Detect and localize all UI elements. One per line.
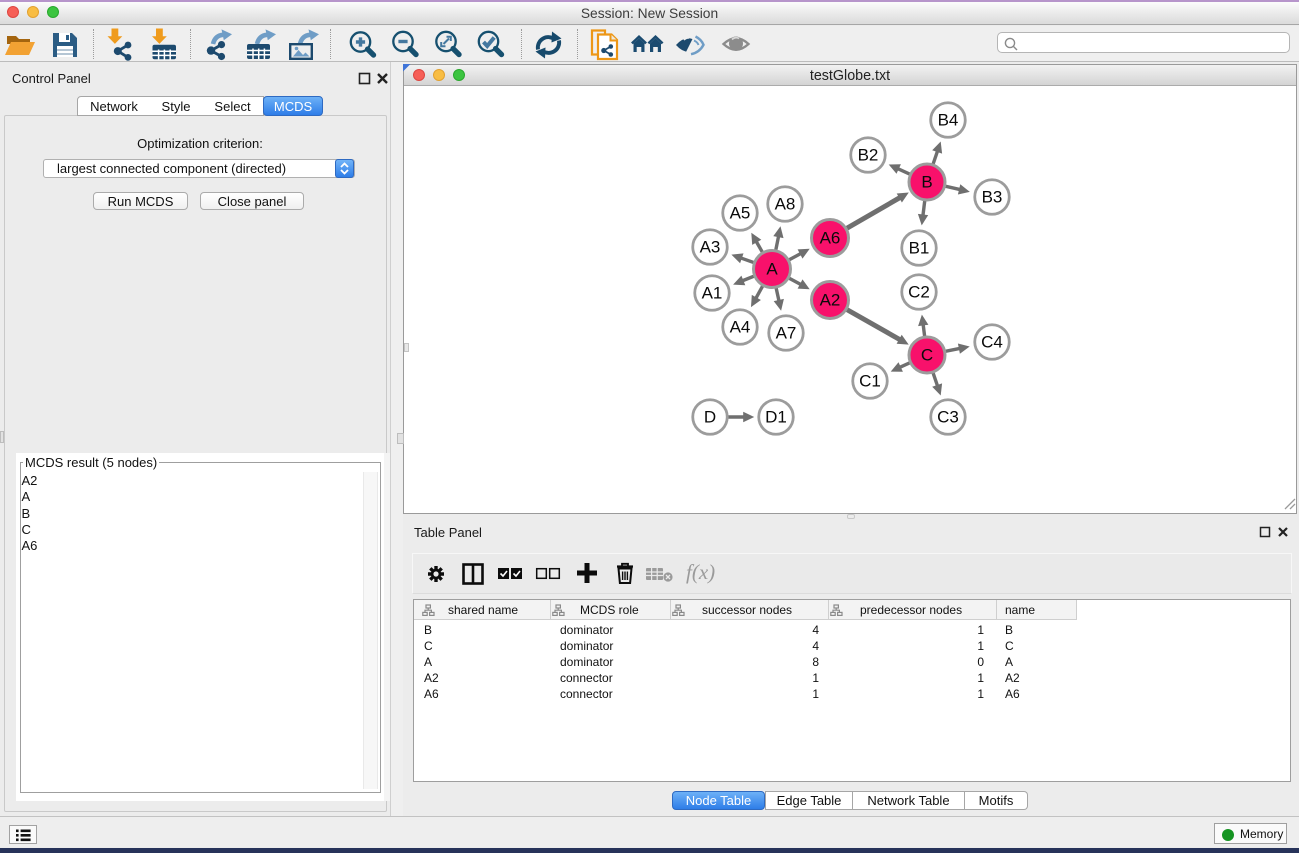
- svg-text:D1: D1: [765, 408, 787, 427]
- svg-text:A4: A4: [730, 318, 751, 337]
- svg-text:C1: C1: [859, 372, 881, 391]
- svg-text:A: A: [766, 260, 778, 279]
- svg-text:A8: A8: [775, 195, 796, 214]
- svg-text:C4: C4: [981, 333, 1003, 352]
- svg-text:C2: C2: [908, 283, 930, 302]
- svg-text:A3: A3: [700, 238, 721, 257]
- svg-text:B: B: [921, 173, 932, 192]
- svg-text:A5: A5: [730, 204, 751, 223]
- svg-text:A2: A2: [820, 291, 841, 310]
- svg-text:B2: B2: [858, 146, 879, 165]
- svg-text:C: C: [921, 346, 933, 365]
- svg-text:A1: A1: [702, 284, 723, 303]
- svg-text:A7: A7: [776, 324, 797, 343]
- svg-text:A6: A6: [820, 229, 841, 248]
- svg-text:B3: B3: [982, 188, 1003, 207]
- svg-text:B1: B1: [909, 239, 930, 258]
- svg-text:B4: B4: [938, 111, 959, 130]
- svg-text:D: D: [704, 408, 716, 427]
- svg-text:C3: C3: [937, 408, 959, 427]
